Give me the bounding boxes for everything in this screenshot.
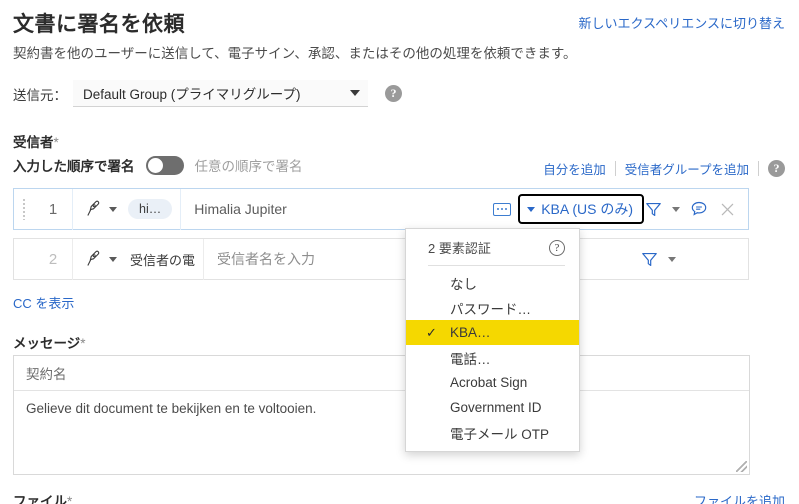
recipient-role-selector[interactable]: hi… (73, 199, 180, 219)
toggle-knob (147, 157, 163, 173)
sender-label: 送信元： (13, 87, 67, 103)
delivery-method-icon[interactable] (644, 200, 663, 219)
chevron-down-icon[interactable] (668, 256, 676, 262)
recipients-required-mark: * (53, 135, 59, 150)
agreement-name-input[interactable]: 契約名 (14, 356, 749, 391)
menu-item-phone[interactable]: 電話… (406, 345, 579, 370)
auth-menu-help-icon[interactable]: ? (549, 239, 565, 256)
auth-menu-title: 2 要素認証 (428, 241, 491, 256)
recipients-section-label: 受信者* (13, 131, 59, 151)
check-icon: ✓ (426, 324, 437, 340)
sender-group-value: Default Group (プライマリグループ) (83, 87, 301, 102)
sender-help-icon[interactable]: ? (385, 85, 402, 102)
signing-order-control: 入力した順序で署名 任意の順序で署名 (13, 155, 303, 175)
chevron-down-icon (350, 90, 360, 96)
authentication-dropdown-menu: 2 要素認証 ? なし パスワード… ✓ KBA… 電話… Acrobat Si… (405, 228, 580, 452)
files-required-mark: * (67, 494, 73, 504)
signing-order-toggle[interactable] (145, 155, 184, 175)
recipient-row[interactable]: 1 hi… Himalia Jupiter KBA (US のみ) (13, 188, 749, 230)
menu-item-label: Government ID (450, 400, 542, 415)
signature-pen-icon (87, 200, 100, 216)
signature-pen-icon (87, 250, 100, 266)
files-section-label: ファイル* (13, 490, 72, 504)
page-title: 文書に署名を依頼 (13, 13, 185, 36)
menu-item-password[interactable]: パスワード… (406, 295, 579, 320)
menu-item-email-otp[interactable]: 電子メール OTP (406, 420, 579, 445)
chevron-down-icon (109, 206, 117, 212)
recipient-role-selector[interactable]: 受信者の電 (73, 249, 203, 269)
recipient-index: 1 (48, 200, 58, 218)
page-subtitle: 契約書を他のユーザーに送信して、電子サイン、承認、またはその他の処理を依頼できま… (13, 46, 577, 61)
message-body-textarea[interactable]: Gelieve dit document te bekijken en te v… (14, 391, 749, 426)
switch-experience-link[interactable]: 新しいエクスペリエンスに切り替え (579, 13, 785, 32)
menu-item-label: なし (450, 276, 477, 292)
authentication-method-label: KBA (US のみ) (541, 201, 633, 217)
files-label-text: ファイル (13, 494, 67, 504)
menu-item-none[interactable]: なし (406, 270, 579, 295)
resize-handle[interactable] (736, 461, 747, 472)
private-message-icon[interactable] (689, 199, 709, 219)
recipients-label-text: 受信者 (13, 135, 54, 150)
message-section-label: メッセージ* (13, 332, 86, 352)
divider (428, 265, 565, 266)
message-box: 契約名 Gelieve dit document te bekijken en … (13, 355, 750, 475)
menu-item-government-id[interactable]: Government ID (406, 395, 579, 420)
menu-item-acrobat-sign[interactable]: Acrobat Sign (406, 370, 579, 395)
recipient-row-icons (640, 250, 748, 269)
menu-item-kba[interactable]: ✓ KBA… (406, 320, 579, 345)
add-recipient-group-link[interactable]: 受信者グループを追加 (625, 159, 749, 178)
recipient-row-icons (644, 199, 748, 219)
recipient-action-links: 自分を追加 受信者グループを追加 ? (543, 159, 785, 178)
chevron-down-icon[interactable] (672, 206, 680, 212)
delivery-method-icon[interactable] (640, 250, 659, 269)
remove-recipient-icon[interactable] (718, 200, 737, 219)
sender-row: 送信元： Default Group (プライマリグループ) ? (13, 80, 402, 107)
recipient-role-pill[interactable]: hi… (128, 199, 173, 219)
send-for-signature-page: 文書に署名を依頼 新しいエクスペリエンスに切り替え 契約書を他のユーザーに送信し… (0, 0, 799, 504)
recipient-index: 2 (48, 250, 58, 268)
menu-item-label: 電子メール OTP (450, 426, 550, 442)
recipient-role-text: 受信者の電 (130, 252, 196, 268)
recipient-row[interactable]: 2 受信者の電 受信者名を入力 (13, 238, 749, 280)
chevron-down-icon (109, 256, 117, 262)
add-me-link[interactable]: 自分を追加 (543, 159, 606, 178)
more-options-icon[interactable] (493, 202, 512, 216)
authentication-method-button[interactable]: KBA (US のみ) (518, 194, 644, 224)
order-sequential-label: 入力した順序で署名 (13, 159, 135, 174)
menu-item-label: 電話… (450, 351, 491, 367)
divider (758, 161, 759, 176)
auth-menu-header: 2 要素認証 ? (406, 229, 579, 265)
show-cc-link[interactable]: CC を表示 (13, 293, 74, 312)
add-files-link[interactable]: ファイルを追加 (694, 491, 785, 504)
order-any-label: 任意の順序で署名 (194, 159, 303, 174)
message-required-mark: * (80, 336, 86, 351)
chevron-down-icon (527, 206, 536, 212)
menu-item-label: パスワード… (450, 301, 531, 317)
menu-item-label: Acrobat Sign (450, 375, 528, 390)
menu-item-label: KBA… (450, 325, 491, 340)
drag-handle-icon[interactable] (14, 198, 34, 220)
sender-group-select[interactable]: Default Group (プライマリグループ) (73, 80, 368, 107)
recipients-help-icon[interactable]: ? (768, 160, 785, 177)
recipient-name[interactable]: Himalia Jupiter (181, 201, 493, 217)
divider (614, 161, 616, 176)
message-label-text: メッセージ (13, 336, 81, 351)
